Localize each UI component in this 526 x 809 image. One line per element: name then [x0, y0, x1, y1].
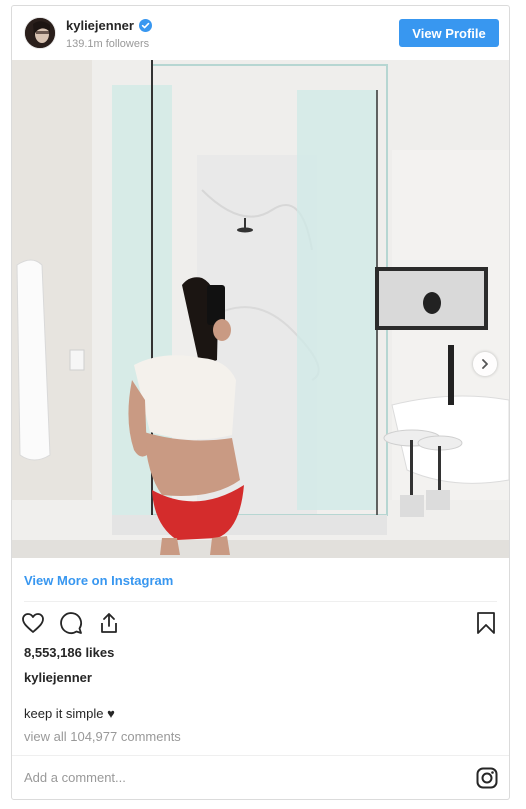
view-more-link[interactable]: View More on Instagram [24, 573, 173, 588]
verified-badge-icon [138, 19, 152, 32]
next-photo-button[interactable] [473, 352, 497, 376]
instagram-icon[interactable] [476, 767, 498, 789]
share-icon[interactable] [96, 610, 122, 636]
comment-bar: Add a comment... [12, 755, 509, 799]
chevron-right-icon [482, 359, 488, 369]
username-row: kyliejenner [66, 18, 152, 33]
likes-count: 8,553,186 likes [24, 645, 115, 660]
post-caption: keep it simple ♥ [24, 706, 115, 721]
avatar[interactable] [24, 17, 56, 49]
instagram-embed-card: kyliejenner 139.1m followers View Profil… [11, 5, 510, 800]
comment-bubble-icon[interactable] [58, 610, 84, 636]
post-photo[interactable] [12, 60, 509, 558]
divider [24, 601, 497, 602]
post-owner-username[interactable]: kyliejenner [24, 670, 92, 685]
action-bar [20, 610, 122, 636]
add-comment-input[interactable]: Add a comment... [24, 770, 126, 785]
view-profile-button[interactable]: View Profile [399, 19, 499, 47]
heart-icon[interactable] [20, 610, 46, 636]
username[interactable]: kyliejenner [66, 18, 134, 33]
view-all-comments-link[interactable]: view all 104,977 comments [24, 729, 181, 744]
post-header: kyliejenner 139.1m followers View Profil… [12, 6, 509, 60]
bookmark-icon[interactable] [473, 610, 499, 636]
followers-count: 139.1m followers [66, 38, 150, 50]
